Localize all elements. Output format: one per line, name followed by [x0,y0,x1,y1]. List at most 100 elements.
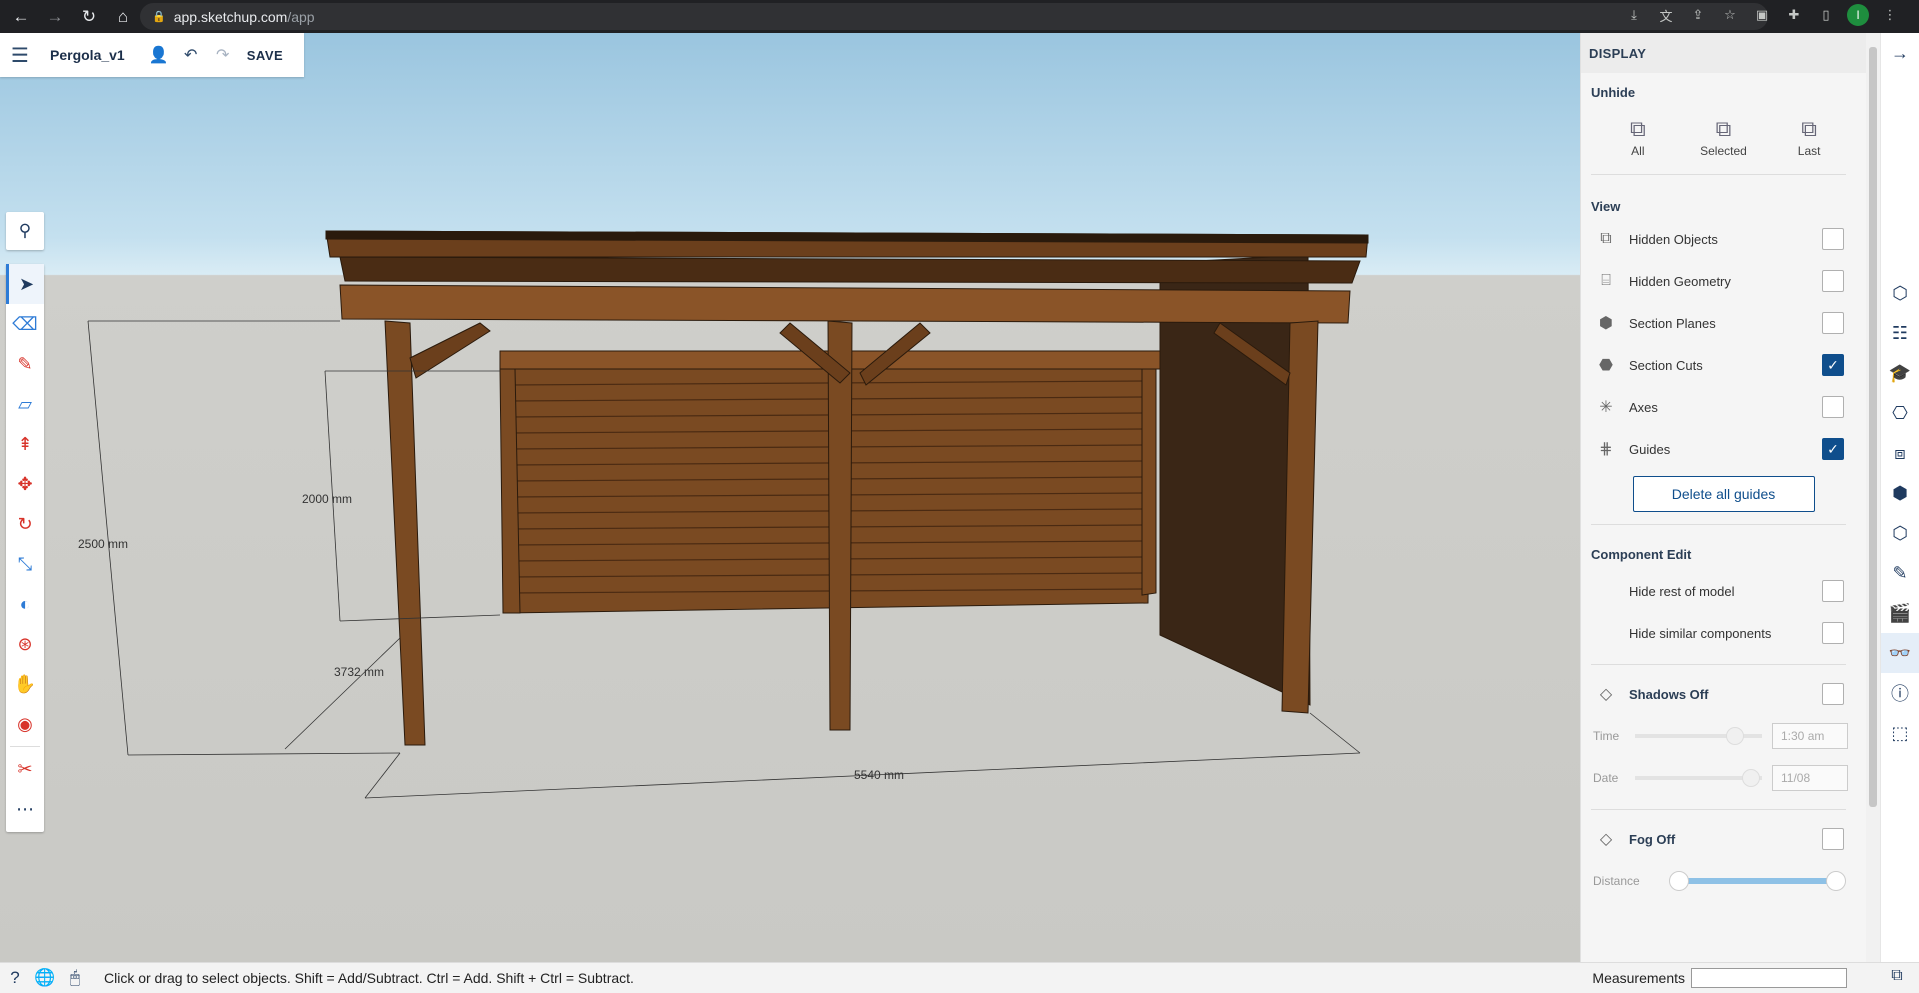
time-input[interactable]: 1:30 am [1772,723,1848,749]
solid-inspector-button[interactable]: ⬚ [1881,713,1919,753]
collapse-panel-button[interactable]: → [1881,33,1919,73]
model-name[interactable]: Pergola_v1 [50,47,125,63]
search-tool-button[interactable]: ⚲ [6,212,44,250]
axes-row[interactable]: ✳ Axes [1581,386,1866,428]
shadows-checkbox[interactable] [1822,683,1844,705]
rotate-icon: ↻ [17,513,33,534]
delete-all-guides-button[interactable]: Delete all guides [1632,476,1815,512]
puzzle-icon[interactable]: ✚ [1783,4,1805,26]
rectangle-tool[interactable]: ▱ [6,384,44,424]
hidden-objects-checkbox[interactable] [1822,228,1844,250]
pergola-model[interactable]: 2500 mm 2000 mm 3732 mm 5540 mm [0,33,1580,962]
fog-start-thumb[interactable] [1669,871,1689,891]
unhide-all-button[interactable]: ⧉ All [1603,116,1673,158]
undo-icon[interactable]: ↶ [175,45,207,65]
section-cuts-checkbox[interactable]: ✓ [1822,354,1844,376]
forward-icon[interactable]: → [40,2,70,32]
guides-checkbox[interactable]: ✓ [1822,438,1844,460]
unhide-selected-label: Selected [1700,144,1747,158]
eraser-tool[interactable]: ⌫ [6,304,44,344]
push-pull-tool[interactable]: ⇞ [6,424,44,464]
rotate-tool[interactable]: ↻ [6,504,44,544]
install-icon[interactable]: ⤓ [1623,4,1645,26]
fog-checkbox[interactable] [1822,828,1844,850]
tape-measure-tool[interactable]: ✂ [6,749,44,789]
orbit-tool[interactable]: ⊛ [6,624,44,664]
mouse-icon[interactable]: 🖱 [60,968,90,988]
model-viewport[interactable]: 2500 mm 2000 mm 3732 mm 5540 mm [0,33,1580,962]
fog-label: Fog Off [1629,831,1676,847]
hide-rest-row[interactable]: Hide rest of model [1581,570,1866,612]
arrow-right-icon: → [1891,42,1909,63]
scrollbar-thumb[interactable] [1869,47,1877,807]
sidepanel-icon[interactable]: ▯ [1815,4,1837,26]
axes-icon: ✳ [1599,399,1613,416]
section-planes-row[interactable]: ⬢ Section Planes [1581,302,1866,344]
unhide-selected-button[interactable]: ⧉ Selected [1688,116,1758,158]
scenes-button[interactable]: 🎬 [1881,593,1919,633]
hide-similar-row[interactable]: Hide similar components [1581,612,1866,654]
panel-scrollbar[interactable] [1866,33,1880,962]
paint-bucket-tool[interactable]: ◐ [6,584,44,624]
date-input[interactable]: 11/08 [1772,765,1848,791]
share-icon[interactable]: ⇪ [1687,4,1709,26]
outliner-button[interactable]: ☷ [1881,313,1919,353]
hide-similar-checkbox[interactable] [1822,622,1844,644]
zoom-extents-tool[interactable]: ◉ [6,704,44,744]
back-icon[interactable]: ← [6,2,36,32]
select-tool[interactable]: ➤ [6,264,44,304]
globe-icon[interactable]: 🌐 [30,968,60,988]
time-slider-thumb[interactable] [1726,727,1745,745]
hamburger-menu-icon[interactable]: ☰ [0,43,40,68]
unhide-last-button[interactable]: ⧉ Last [1774,116,1844,158]
hide-rest-checkbox[interactable] [1822,580,1844,602]
measurements-input[interactable] [1691,968,1847,988]
info-icon: ⓘ [1891,684,1909,704]
styles-button[interactable]: ⬢ [1881,473,1919,513]
date-slider[interactable] [1635,769,1762,787]
panel-title: DISPLAY [1581,33,1866,73]
materials-button[interactable]: ⧈ [1881,433,1919,473]
date-slider-thumb[interactable] [1741,769,1760,787]
instructor-button[interactable]: 🎓 [1881,353,1919,393]
redo-icon[interactable]: ↷ [207,45,239,65]
more-tools-button[interactable]: ⋯ [6,789,44,829]
section-planes-checkbox[interactable] [1822,312,1844,334]
hidden-geometry-checkbox[interactable] [1822,270,1844,292]
entity-info-button[interactable]: ⬡ [1881,273,1919,313]
section-cuts-row[interactable]: ⬣ Section Cuts ✓ [1581,344,1866,386]
axes-checkbox[interactable] [1822,396,1844,418]
reload-icon[interactable]: ↻ [74,2,104,32]
pan-tool[interactable]: ✋ [6,664,44,704]
guides-row[interactable]: ⋕ Guides ✓ [1581,428,1866,470]
fog-end-thumb[interactable] [1826,871,1846,891]
scale-tool[interactable]: ⤡ [6,544,44,584]
component-edit-title: Component Edit [1591,547,1692,562]
help-icon[interactable]: ? [0,968,30,988]
kebab-menu-icon[interactable]: ⋮ [1879,4,1901,26]
soften-edges-button[interactable]: ✎ [1881,553,1919,593]
tags-button[interactable]: ⬡ [1881,513,1919,553]
components-button[interactable]: ⎔ [1881,393,1919,433]
save-button[interactable]: SAVE [247,48,283,63]
time-slider[interactable] [1635,727,1762,745]
move-tool[interactable]: ✥ [6,464,44,504]
home-icon[interactable]: ⌂ [108,2,138,32]
shadows-row[interactable]: ◇ Shadows Off [1581,673,1866,715]
fog-row[interactable]: ◇ Fog Off [1581,818,1866,860]
cubes-icon: ⧉ [1629,116,1646,141]
translate-icon[interactable]: 文 [1655,4,1677,26]
extension-icon[interactable]: ▣ [1751,4,1773,26]
styles-icon: ⬢ [1892,482,1908,503]
pencil-tool[interactable]: ✎ [6,344,44,384]
bookmark-star-icon[interactable]: ☆ [1719,4,1741,26]
add-user-icon[interactable]: 👤 [143,45,175,65]
hidden-objects-row[interactable]: ⧉ Hidden Objects [1581,218,1866,260]
address-bar[interactable]: 🔒 app.sketchup.com/app [140,3,1768,30]
display-button[interactable]: 👓 [1881,633,1919,673]
fog-distance-slider[interactable] [1669,871,1846,891]
model-info-button[interactable]: ⓘ [1881,673,1919,713]
hidden-geometry-row[interactable]: ⌸ Hidden Geometry [1581,260,1866,302]
fog-icon: ◇ [1599,831,1613,848]
profile-avatar[interactable]: I [1847,4,1869,26]
